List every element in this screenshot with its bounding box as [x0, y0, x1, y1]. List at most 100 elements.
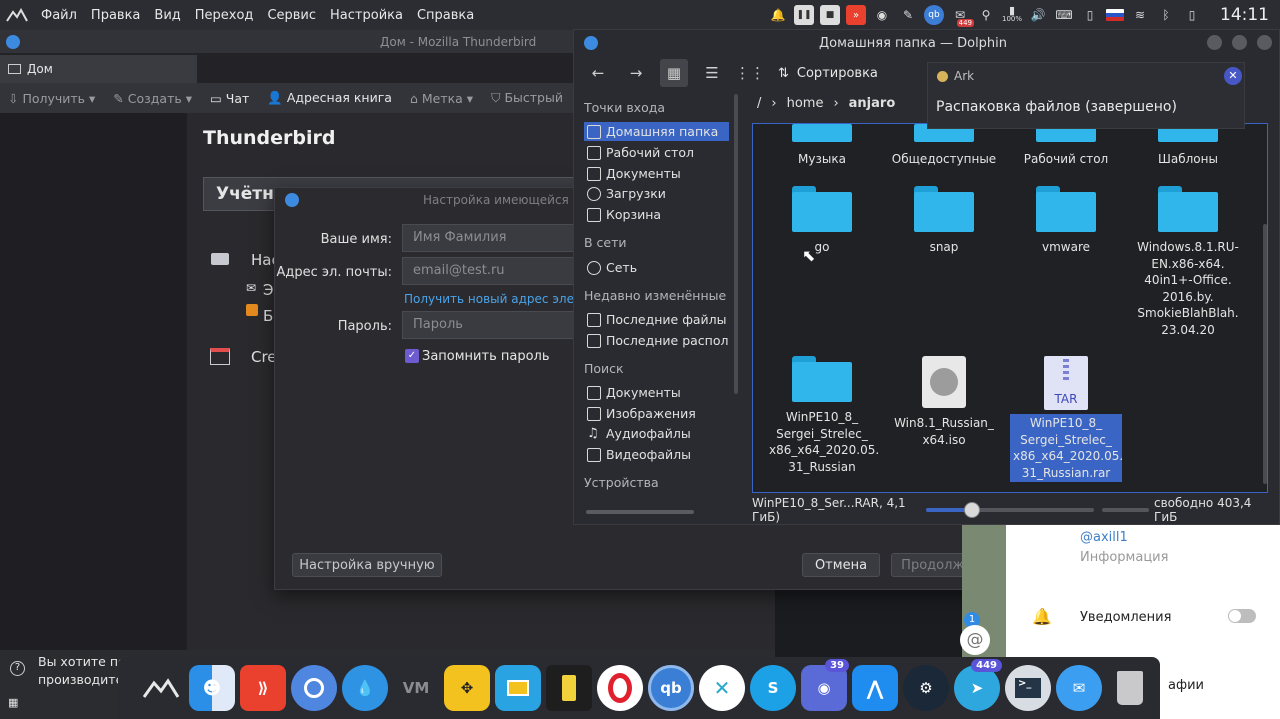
dock-chromium-icon[interactable] — [291, 665, 337, 711]
crumb-root[interactable]: / — [757, 96, 761, 111]
icons-view-button[interactable]: ▦ — [660, 59, 688, 87]
place-home[interactable]: Домашняя папка — [584, 122, 729, 141]
dock-drop-icon[interactable]: 💧 — [342, 665, 388, 711]
write-button[interactable]: ✎ Создать ▾ — [113, 91, 192, 106]
get-mail-button[interactable]: ⇩ Получить ▾ — [8, 91, 95, 106]
file-item-vmware[interactable]: vmware — [1010, 186, 1122, 257]
address-book-button[interactable]: 👤 Адресная книга — [267, 90, 392, 106]
menu-settings[interactable]: Настройка — [323, 8, 410, 23]
qbittorrent-tray-icon[interactable]: qb — [924, 5, 944, 25]
dock-skype-icon[interactable]: S — [750, 665, 796, 711]
keyboard-icon[interactable]: ⌨ — [1054, 5, 1074, 25]
menu-go[interactable]: Переход — [188, 8, 261, 23]
file-item-rar[interactable]: TAR WinPE10_8_ Sergei_Strelec_ x86_x64_2… — [1010, 356, 1123, 482]
mail-tray-icon[interactable]: ✉ 449 — [950, 5, 974, 27]
places-hscroll[interactable] — [586, 510, 694, 514]
username[interactable]: @axill1 — [1080, 530, 1128, 545]
menu-file[interactable]: Файл — [34, 8, 84, 23]
location-icon[interactable]: ⚲ — [976, 5, 996, 25]
dock-discord-icon[interactable]: ◉ 39 — [801, 659, 849, 711]
close-button[interactable] — [1257, 35, 1272, 50]
search-documents[interactable]: Документы — [584, 383, 729, 402]
dock-opera-icon[interactable] — [597, 665, 643, 711]
chat-button[interactable]: ▭ Чат — [210, 91, 249, 106]
dock-anydesk-icon[interactable]: ⟫ — [240, 665, 286, 711]
dock-manjaro-icon[interactable] — [138, 665, 184, 711]
place-documents[interactable]: Документы — [584, 164, 729, 183]
place-desktop[interactable]: Рабочий стол — [584, 143, 729, 162]
dock-slides-icon[interactable] — [495, 665, 541, 711]
sort-button[interactable]: ⇅ Сортировка — [778, 66, 878, 81]
wifi-icon[interactable]: ≋ — [1130, 5, 1150, 25]
dock-usb-icon[interactable] — [546, 665, 592, 711]
remember-checkbox[interactable]: ✓ — [405, 349, 419, 363]
search-audio[interactable]: ♫ Аудиофайлы — [584, 424, 729, 443]
dock-vmware-icon[interactable]: VM — [393, 665, 439, 711]
new-address-link[interactable]: Получить новый адрес электр — [404, 292, 596, 306]
menu-help[interactable]: Справка — [410, 8, 481, 23]
maximize-button[interactable] — [1232, 35, 1247, 50]
discord-tray-icon[interactable]: ◉ — [872, 5, 892, 25]
crumb-home[interactable]: home — [787, 96, 824, 111]
file-item-iso[interactable]: Win8.1_Russian_ x64.iso — [888, 356, 1000, 449]
dock-appstore-icon[interactable]: ⋀ — [852, 665, 898, 711]
sidebar-toggle-icon[interactable]: ▯ — [1182, 5, 1202, 25]
stop-icon[interactable]: ■ — [820, 5, 840, 25]
dock-terminal-icon[interactable]: >_ — [1005, 665, 1051, 711]
file-item-snap[interactable]: snap — [888, 186, 1000, 257]
create-row[interactable]: Cre — [251, 348, 277, 366]
file-item-winpe-dir[interactable]: WinPE10_8_ Sergei_Strelec_ x86_x64_2020.… — [766, 356, 879, 476]
anydesk-tray-icon[interactable]: » — [846, 5, 866, 25]
zoom-slider[interactable] — [925, 502, 1094, 518]
place-recent-files[interactable]: Последние файлы — [584, 310, 729, 329]
file-item-music[interactable]: Музыка — [766, 124, 878, 169]
keyboard-layout-flag-icon[interactable] — [1106, 9, 1124, 21]
brush-tray-icon[interactable]: ✎ — [898, 5, 918, 25]
menu-view[interactable]: Вид — [147, 8, 187, 23]
manjaro-logo-icon[interactable] — [0, 0, 34, 30]
menu-edit[interactable]: Правка — [84, 8, 147, 23]
dock-steam-icon[interactable]: ⚙ — [903, 665, 949, 711]
minimize-button[interactable] — [1207, 35, 1222, 50]
search-images[interactable]: Изображения — [584, 404, 729, 423]
battery-icon[interactable]: ▮ 100% — [1002, 5, 1022, 25]
dock-finder-icon[interactable]: ☻ — [189, 665, 235, 711]
notifications-bell-icon[interactable]: 🔔 — [768, 5, 788, 25]
file-item-templates[interactable]: Шаблоны — [1132, 124, 1244, 169]
dock-mail-icon[interactable]: ✉ — [1056, 665, 1102, 711]
file-item-windows[interactable]: Windows.8.1.RU-EN.x86-x64. 40in1+-Office… — [1132, 186, 1244, 339]
bluetooth-icon[interactable]: ᛒ — [1156, 5, 1176, 25]
search-video[interactable]: Видеофайлы — [584, 445, 729, 464]
dock-telegram-icon[interactable]: ➤ 449 — [954, 659, 1002, 711]
manual-setup-button[interactable]: Настройка вручную — [292, 553, 442, 577]
volume-icon[interactable]: 🔊 — [1028, 5, 1048, 25]
file-item-public[interactable]: Общедоступные — [888, 124, 1000, 169]
dock-teamviewer-icon[interactable]: ✥ — [444, 665, 490, 711]
file-item-desktop[interactable]: Рабочий стол — [1010, 124, 1122, 169]
crumb-user[interactable]: anjaro — [849, 96, 896, 111]
dock-trash-icon[interactable] — [1107, 665, 1153, 711]
email-row[interactable]: Э — [263, 281, 273, 299]
file-item-go[interactable]: go — [766, 186, 878, 257]
place-trash[interactable]: Корзина — [584, 205, 729, 224]
compact-view-button[interactable]: ☰ — [698, 59, 726, 87]
pause-icon[interactable]: ❚❚ — [794, 5, 814, 25]
tab-home[interactable]: Дом — [0, 55, 197, 83]
place-network[interactable]: Сеть — [584, 258, 729, 277]
places-scrollbar[interactable] — [734, 94, 738, 394]
dock-qbittorrent-icon[interactable]: qb — [648, 665, 694, 711]
clock[interactable]: 14:11 — [1220, 5, 1270, 25]
ark-notification[interactable]: Ark ✕ Распаковка файлов (завершено) — [927, 62, 1245, 129]
tag-button[interactable]: ⌂ Метка ▾ — [410, 91, 473, 106]
menu-tools[interactable]: Сервис — [260, 8, 323, 23]
cancel-button[interactable]: Отмена — [802, 553, 880, 577]
zoom-slider-handle[interactable] — [963, 502, 980, 518]
back-button[interactable]: ← — [584, 59, 612, 87]
notification-close-button[interactable]: ✕ — [1224, 67, 1242, 85]
dock-xnview-icon[interactable]: ✕ — [699, 665, 745, 711]
place-downloads[interactable]: Загрузки — [584, 184, 729, 203]
details-view-button[interactable]: ⋮⋮ — [735, 59, 765, 87]
notifications-toggle[interactable] — [1228, 609, 1256, 623]
place-recent-locations[interactable]: Последние располож — [584, 331, 729, 350]
clipboard-icon[interactable]: ▯ — [1080, 5, 1100, 25]
